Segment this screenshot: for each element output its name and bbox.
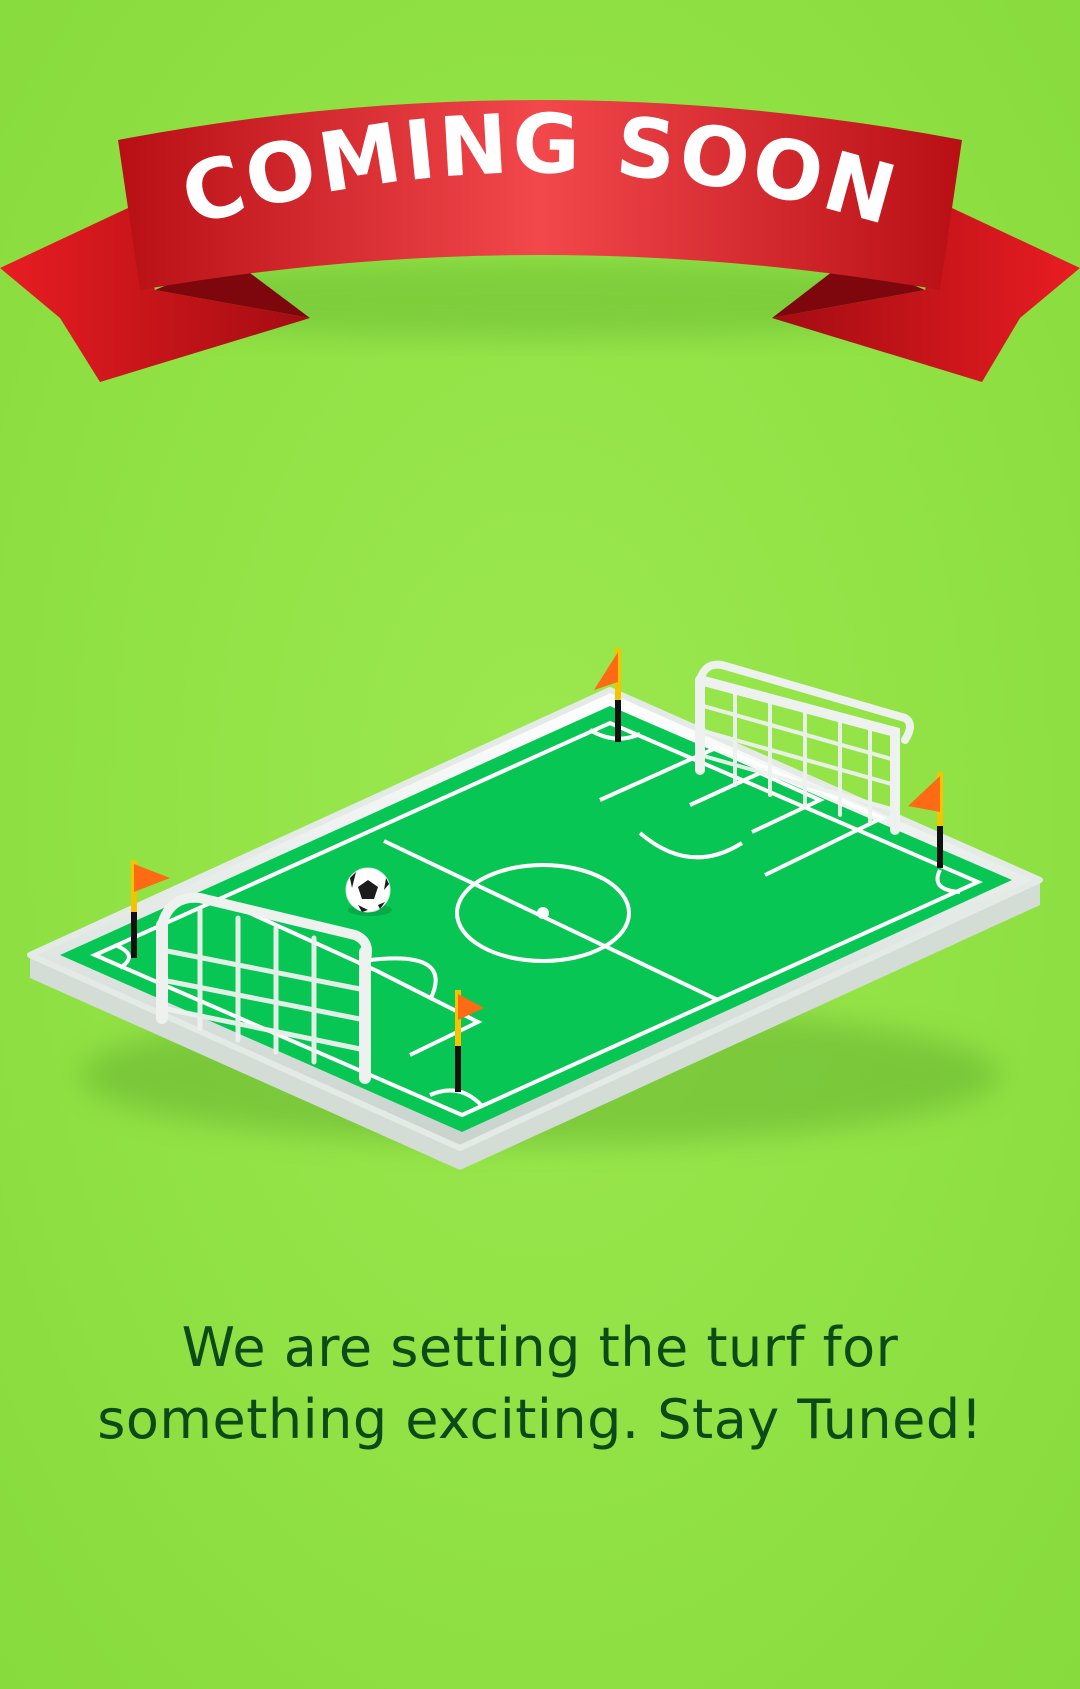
tagline-line-2: something exciting. Stay Tuned! [97, 1388, 983, 1451]
tagline-message: We are setting the turf for something ex… [0, 1312, 1080, 1456]
coming-soon-banner: COMING SOON [0, 97, 1080, 382]
tagline-line-1: We are setting the turf for [181, 1316, 899, 1379]
soccer-field-illustration [27, 648, 1043, 1170]
